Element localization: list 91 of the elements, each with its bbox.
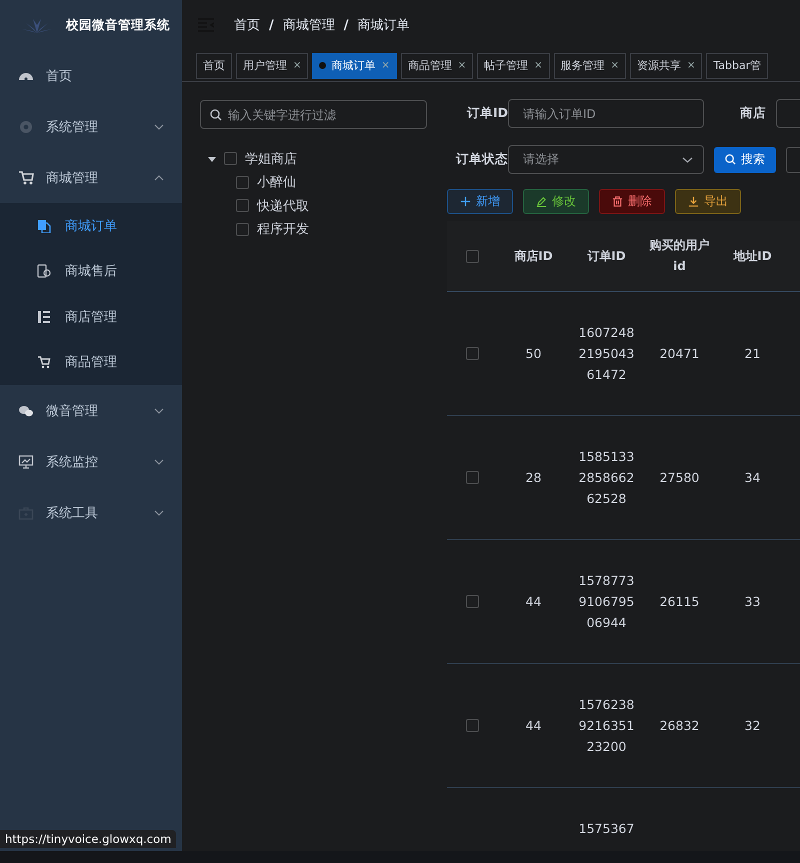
table-cell-text: 1575367 — [578, 820, 634, 838]
list-icon — [37, 310, 51, 324]
row-checkbox[interactable] — [466, 595, 478, 608]
chevron-icon — [682, 156, 693, 162]
table-cell-text: 26115 — [660, 593, 700, 611]
page-tab[interactable]: Tabbar管 — [706, 52, 768, 78]
gear-icon — [18, 118, 34, 134]
status-url: https://tinyvoice.glowxq.com — [0, 830, 176, 848]
menu-label: 系统管理 — [46, 118, 99, 136]
table-cell-text: 32 — [744, 717, 760, 735]
submenu-item[interactable]: 商品管理 — [0, 340, 182, 385]
tree-filter-field[interactable]: 输入关键字进行过滤 — [200, 100, 427, 129]
column-header: 购买的用户id — [648, 237, 710, 275]
clipboard-icon — [37, 264, 51, 278]
table-cell-text: 1578773910679506944 — [578, 572, 634, 632]
row-checkbox[interactable] — [466, 719, 478, 732]
page-tab[interactable]: 商品管理 × — [400, 52, 474, 78]
breadcrumb-separator: / — [269, 18, 274, 32]
plus-icon — [460, 196, 471, 207]
trash-icon — [612, 196, 623, 207]
page-tab[interactable]: 帖子管理 × — [477, 52, 550, 78]
field-label: 订单ID — [466, 105, 508, 122]
checkbox[interactable] — [236, 199, 249, 212]
delete-button[interactable]: 删除 — [599, 189, 665, 214]
column-header: 订单ID — [586, 248, 627, 264]
table-cell-text: 1607248219504361472 — [578, 324, 634, 384]
table-cell-text: 1576238921635123200 — [578, 696, 634, 756]
page-tab[interactable]: 用户管理 × — [236, 52, 308, 78]
table-cell-text: 1585133285866262528 — [578, 448, 634, 508]
sidebar-menu-item[interactable]: 微音管理 — [0, 385, 182, 436]
checkbox[interactable] — [236, 222, 249, 236]
submenu-item[interactable]: 商城售后 — [0, 248, 182, 294]
monitor-icon — [18, 454, 34, 470]
checkbox[interactable] — [236, 176, 249, 189]
field-label: 商店 — [740, 105, 767, 122]
export-button[interactable]: 导出 — [675, 189, 741, 214]
column-header: 地址ID — [732, 248, 773, 264]
reset-button[interactable] — [786, 146, 800, 172]
menu-label: 商城管理 — [46, 170, 99, 186]
download-icon — [688, 196, 699, 207]
breadcrumb-item[interactable]: 商城管理 — [282, 16, 335, 34]
sidebar-menu-item[interactable]: 商城管理 — [0, 152, 182, 203]
table-cell-text: 44 — [526, 717, 542, 735]
app-title: 校园微音管理系统 — [66, 16, 170, 34]
submenu-item[interactable]: 商店管理 — [0, 294, 182, 340]
field-label: 订单状态 — [454, 151, 508, 168]
menu-label: 系统监控 — [46, 454, 99, 470]
sidebar-menu-item[interactable]: 系统工具 — [0, 487, 182, 538]
table-cell-text: 44 — [526, 593, 542, 611]
page-tab[interactable]: 商城订单 × — [312, 52, 397, 78]
breadcrumb-separator: / — [344, 18, 348, 32]
pencil-icon — [536, 196, 547, 207]
sidebar-menu-item[interactable]: 系统管理 — [0, 101, 182, 152]
table-cell-text: 33 — [744, 593, 760, 611]
table-cell-text: 50 — [526, 345, 542, 363]
menu-label: 系统工具 — [46, 504, 99, 522]
add-button[interactable]: 新增 — [447, 189, 513, 214]
row-checkbox[interactable] — [466, 347, 478, 360]
tree-node[interactable]: 快递代取 — [208, 194, 427, 218]
menu-label: 微音管理 — [46, 402, 99, 420]
breadcrumb-item[interactable]: 商城订单 — [358, 16, 410, 34]
document-icon — [37, 218, 51, 233]
checkbox[interactable] — [224, 152, 237, 166]
row-checkbox[interactable] — [466, 471, 478, 484]
edit-button[interactable]: 修改 — [523, 189, 589, 214]
sidebar-menu-item[interactable]: 系统监控 — [0, 436, 182, 487]
table-cell-text: 27580 — [660, 469, 700, 487]
table-cell-text: 34 — [744, 469, 760, 487]
order-id-field[interactable]: 请输入订单ID — [508, 99, 704, 128]
page-tab[interactable]: 首页 — [196, 52, 232, 78]
table-cell-text: 20471 — [660, 345, 700, 363]
tree-node[interactable]: 小醉仙 — [208, 170, 427, 194]
cart-icon — [18, 170, 34, 186]
search-icon — [725, 154, 736, 165]
submenu-item[interactable]: 商城订单 — [0, 203, 182, 248]
search-icon — [210, 109, 222, 121]
select-all-checkbox[interactable] — [466, 250, 478, 262]
page-tab[interactable]: 资源共享 × — [630, 52, 702, 78]
cart-icon — [37, 355, 51, 370]
column-header: 商店ID — [513, 248, 554, 264]
breadcrumb-item[interactable]: 首页 — [234, 16, 260, 34]
tree-node[interactable]: 学姐商店 — [208, 147, 427, 170]
page-tab[interactable]: 服务管理 × — [554, 52, 626, 78]
menu-label: 首页 — [46, 68, 73, 84]
table-cell-text: 28 — [526, 469, 542, 487]
sidebar-menu-item[interactable]: 首页 — [0, 50, 182, 101]
status-select[interactable]: 请选择 — [508, 145, 704, 174]
tree-node[interactable]: 程序开发 — [208, 218, 427, 241]
table-cell-text: 26832 — [660, 717, 700, 735]
search-button[interactable]: 搜索 — [714, 146, 776, 172]
table-cell-text: 21 — [744, 345, 760, 363]
